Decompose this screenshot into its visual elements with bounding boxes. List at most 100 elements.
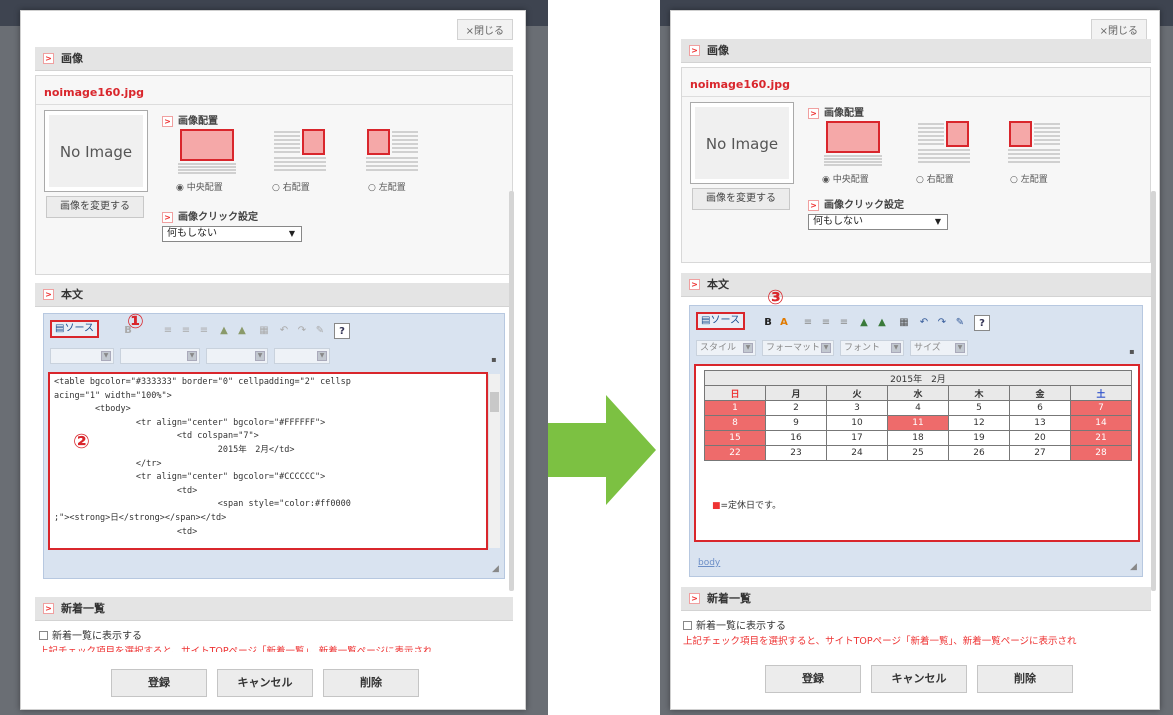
maximize-icon[interactable]: ▪	[1124, 344, 1140, 360]
click-setting-value: 何もしない	[813, 216, 863, 227]
cancel-button[interactable]: キャンセル	[871, 665, 967, 693]
click-setting-value: 何もしない	[167, 228, 217, 239]
day-cell: 13	[1009, 415, 1071, 431]
right-layout-icon[interactable]	[918, 120, 970, 166]
close-button[interactable]: ×閉じる	[456, 19, 513, 40]
radio-left[interactable]: ○ 左配置	[1010, 172, 1048, 185]
undo-icon[interactable]: ↶	[916, 315, 932, 331]
register-button[interactable]: 登録	[765, 665, 861, 693]
dialog-scrollbar[interactable]	[509, 191, 514, 591]
size-combo[interactable]: ▼	[274, 348, 330, 364]
image-panel: noimage160.jpg No Image 画像を変更する > 画像配置 ◉ …	[35, 75, 513, 275]
delete-button[interactable]: 削除	[977, 665, 1073, 693]
news-checkbox[interactable]: 新着一覧に表示する	[683, 617, 786, 632]
eraser-icon[interactable]: ✎	[312, 323, 328, 339]
left-layout-icon[interactable]	[1008, 120, 1060, 166]
click-setting-label: 画像クリック設定	[178, 212, 258, 223]
redo-icon[interactable]: ↷	[294, 323, 310, 339]
section-title: 画像	[61, 52, 83, 65]
eraser-icon[interactable]: ✎	[952, 315, 968, 331]
checkbox-box[interactable]	[683, 621, 692, 630]
checkbox-box[interactable]	[39, 631, 48, 640]
bold-icon[interactable]: B	[760, 315, 776, 331]
day-cell: 21	[1070, 430, 1132, 446]
help-icon[interactable]: ?	[974, 315, 990, 331]
day-cell: 14	[1070, 415, 1132, 431]
register-button[interactable]: 登録	[111, 669, 207, 697]
weekday-cell: 月	[765, 385, 827, 401]
align-left-icon[interactable]: ≡	[160, 323, 176, 339]
news-section-header: > 新着一覧	[35, 597, 513, 621]
news-checkbox[interactable]: 新着一覧に表示する	[39, 627, 142, 642]
source-button[interactable]: ▤ソース	[696, 312, 745, 330]
radio-right[interactable]: ○ 右配置	[916, 172, 954, 185]
align-left-icon[interactable]: ≡	[800, 315, 816, 331]
wysiwyg-area[interactable]: 2015年 2月 日 月 火 水 木 金 土 1 2 3 4 5 6 7 8 9…	[694, 364, 1140, 542]
dropdown-arrow-icon: ▼	[743, 343, 753, 353]
font-combo[interactable]: ▼	[206, 348, 268, 364]
change-image-button[interactable]: 画像を変更する	[46, 196, 144, 218]
redo-icon[interactable]: ↷	[934, 315, 950, 331]
radio-left-label: 左配置	[378, 183, 406, 193]
day-cell: 24	[826, 445, 888, 461]
calendar-week-row: 1 2 3 4 5 6 7	[704, 400, 1132, 416]
element-path-body[interactable]: body	[698, 558, 720, 568]
right-layout-icon[interactable]	[274, 128, 326, 174]
day-cell: 15	[704, 430, 766, 446]
section-title: 新着一覧	[61, 602, 105, 615]
resize-grip-icon[interactable]: ◢	[1130, 562, 1140, 572]
radio-right[interactable]: ○ 右配置	[272, 180, 310, 193]
day-cell: 27	[1009, 445, 1071, 461]
radio-center[interactable]: ◉ 中央配置	[176, 180, 223, 193]
click-setting-select[interactable]: 何もしない ▼	[808, 214, 948, 230]
format-combo[interactable]: ▼	[120, 348, 200, 364]
close-button[interactable]: ×閉じる	[1090, 19, 1147, 40]
delete-button[interactable]: 削除	[323, 669, 419, 697]
table-icon[interactable]: ▦	[256, 323, 272, 339]
align-right-icon[interactable]: ≡	[836, 315, 852, 331]
undo-icon[interactable]: ↶	[276, 323, 292, 339]
click-setting-heading: > 画像クリック設定	[162, 208, 258, 223]
help-icon[interactable]: ?	[334, 323, 350, 339]
dropdown-arrow-icon: ▼	[255, 351, 265, 361]
flash-insert-icon[interactable]: ▲	[874, 315, 890, 331]
file-name: noimage160.jpg	[690, 78, 791, 91]
table-icon[interactable]: ▦	[896, 315, 912, 331]
align-right-icon[interactable]: ≡	[196, 323, 212, 339]
dialog-scrollbar[interactable]	[1151, 191, 1156, 591]
cancel-button[interactable]: キャンセル	[217, 669, 313, 697]
style-combo[interactable]: スタイル ▼	[696, 340, 756, 356]
holiday-mark: ■	[712, 501, 721, 511]
image-insert-icon[interactable]: ▲	[856, 315, 872, 331]
holiday-note-text: =定休日です。	[720, 501, 782, 511]
source-code-area[interactable]: <table bgcolor="#333333" border="0" cell…	[48, 372, 488, 550]
radio-center[interactable]: ◉ 中央配置	[822, 172, 869, 185]
left-layout-icon[interactable]	[366, 128, 418, 174]
flash-insert-icon[interactable]: ▲	[234, 323, 250, 339]
source-button[interactable]: ▤ソース	[50, 320, 99, 338]
body-section-header: > 本文	[35, 283, 513, 307]
day-cell: 2	[765, 400, 827, 416]
image-insert-icon[interactable]: ▲	[216, 323, 232, 339]
center-layout-icon[interactable]	[178, 128, 236, 174]
format-combo[interactable]: フォーマット ▼	[762, 340, 834, 356]
resize-grip-icon[interactable]: ◢	[492, 564, 502, 574]
font-combo[interactable]: フォント ▼	[840, 340, 904, 356]
radio-left[interactable]: ○ 左配置	[368, 180, 406, 193]
size-combo[interactable]: サイズ ▼	[910, 340, 968, 356]
maximize-icon[interactable]: ▪	[486, 352, 502, 368]
click-setting-select[interactable]: 何もしない ▼	[162, 226, 302, 242]
weekday-cell: 日	[704, 385, 766, 401]
calendar-table: 2015年 2月 日 月 火 水 木 金 土 1 2 3 4 5 6 7 8 9…	[704, 370, 1132, 461]
style-combo[interactable]: ▼	[50, 348, 114, 364]
center-layout-icon[interactable]	[824, 120, 882, 166]
image-section-header: > 画像	[681, 39, 1151, 63]
align-center-icon[interactable]: ≡	[818, 315, 834, 331]
code-scrollbar[interactable]	[488, 374, 500, 548]
dropdown-arrow-icon: ▼	[317, 351, 327, 361]
align-center-icon[interactable]: ≡	[178, 323, 194, 339]
image-panel: noimage160.jpg No Image 画像を変更する > 画像配置 ◉ …	[681, 67, 1151, 263]
text-color-icon[interactable]: A	[776, 315, 792, 331]
change-image-button[interactable]: 画像を変更する	[692, 188, 790, 210]
scrollbar-thumb[interactable]	[490, 392, 499, 412]
